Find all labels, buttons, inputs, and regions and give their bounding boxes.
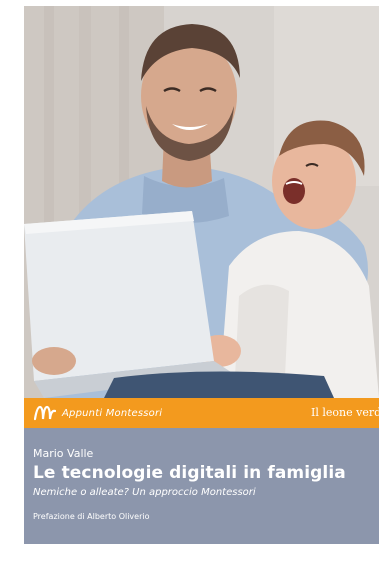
book-cover: Appunti Montessori Il leone verde Mario … xyxy=(24,6,379,544)
preface-credit: Prefazione di Alberto Oliverio xyxy=(33,512,150,521)
publisher-name: Il leone verde xyxy=(311,406,379,419)
series-name: Appunti Montessori xyxy=(62,407,163,419)
montessori-m-icon xyxy=(34,405,56,421)
cover-photo xyxy=(24,6,379,398)
series-logo: Appunti Montessori xyxy=(34,404,162,422)
author-name: Mario Valle xyxy=(33,447,94,460)
series-band: Appunti Montessori Il leone verde xyxy=(24,398,379,428)
book-subtitle: Nemiche o alleate? Un approccio Montesso… xyxy=(33,487,256,498)
title-panel: Mario Valle Le tecnologie digitali in fa… xyxy=(24,428,379,544)
father-son-laptop-illustration xyxy=(24,6,379,398)
book-title: Le tecnologie digitali in famiglia xyxy=(33,463,346,483)
